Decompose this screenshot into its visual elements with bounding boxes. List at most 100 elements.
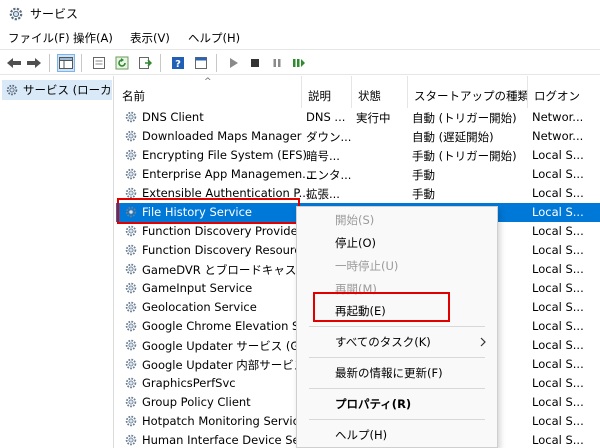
service-name: Encrypting File System (EFS) <box>142 148 308 162</box>
service-gear-icon <box>124 376 138 393</box>
service-logon: Local S... <box>532 414 584 428</box>
menu-item-all-tasks[interactable]: すべてのタスク(K) <box>297 332 497 352</box>
refresh-icon[interactable] <box>113 54 131 72</box>
column-header-logon[interactable]: ログオン <box>528 76 600 108</box>
service-gear-icon <box>124 300 138 317</box>
menu-file[interactable]: ファイル(F) <box>8 30 70 46</box>
toolbar-separator <box>81 54 82 72</box>
service-name: Function Discovery Resourc... <box>142 243 312 257</box>
service-status: 実行中 <box>356 111 391 125</box>
service-name: Function Discovery Provider... <box>142 224 313 238</box>
service-name: Group Policy Client <box>142 395 251 409</box>
service-description: DNS ... <box>306 110 346 124</box>
services-gear-icon <box>8 6 24 25</box>
menu-action[interactable]: 操作(A) <box>73 30 113 46</box>
menu-item-properties[interactable]: プロパティ(R) <box>297 394 497 414</box>
restart-service-icon[interactable] <box>290 54 308 72</box>
service-name: Geolocation Service <box>142 300 257 314</box>
properties-sheet-icon[interactable] <box>90 54 108 72</box>
service-logon: Local S... <box>532 167 584 181</box>
service-logon: Local S... <box>532 376 584 390</box>
menu-item-stop[interactable]: 停止(O) <box>297 233 497 253</box>
service-logon: Local S... <box>532 300 584 314</box>
table-row[interactable]: Downloaded Maps Manager ダウン... 自動 (遅延開始) Ne… <box>116 127 600 146</box>
service-gear-icon <box>124 243 138 260</box>
service-gear-icon <box>124 357 138 374</box>
service-logon: Local S... <box>532 433 584 447</box>
menu-item-pause[interactable]: 一時停止(U) <box>297 256 497 276</box>
menu-item-refresh[interactable]: 最新の情報に更新(F) <box>297 363 497 383</box>
back-arrow-icon[interactable] <box>5 54 23 72</box>
toolbar-separator <box>160 54 161 72</box>
tree-node-services-local[interactable]: サービス (ローカル) <box>2 80 112 100</box>
table-row[interactable]: Encrypting File System (EFS) 暗号... 手動 (トリガ… <box>116 146 600 165</box>
service-startup-type: 手動 (トリガー開始) <box>412 149 517 163</box>
start-service-icon[interactable] <box>224 54 242 72</box>
service-name: File History Service <box>142 205 252 219</box>
context-menu: 開始(S) 停止(O) 一時停止(U) 再開(M) 再起動(E) すべてのタスク… <box>296 206 498 448</box>
service-logon: Local S... <box>532 319 584 333</box>
table-row[interactable]: DNS Client DNS ... 実行中 自動 (トリガー開始) Networ... <box>116 108 600 127</box>
export-list-icon[interactable] <box>136 54 154 72</box>
service-gear-icon <box>124 110 138 127</box>
service-gear-icon <box>124 262 138 279</box>
menu-item-start[interactable]: 開始(S) <box>297 210 497 230</box>
help-icon[interactable]: ? <box>169 54 187 72</box>
service-logon: Local S... <box>532 357 584 371</box>
console-tree-icon[interactable] <box>57 54 75 72</box>
service-name: Google Updater サービス (Go... <box>142 339 318 353</box>
service-logon: Networ... <box>532 110 584 124</box>
service-logon: Local S... <box>532 243 584 257</box>
menu-item-help[interactable]: ヘルプ(H) <box>297 425 497 445</box>
table-row[interactable]: Extensible Authentication P... 拡張... 手動 Loc… <box>116 184 600 203</box>
service-logon: Local S... <box>532 338 584 352</box>
menu-separator <box>309 419 485 420</box>
window-title: サービス <box>30 7 79 21</box>
pause-service-icon[interactable] <box>268 54 286 72</box>
menu-view[interactable]: 表示(V) <box>130 30 170 46</box>
table-row[interactable]: Enterprise App Managemen... エンタ... 手動 Local… <box>116 165 600 184</box>
service-gear-icon <box>124 148 138 165</box>
service-logon: Local S... <box>532 262 584 276</box>
service-description: 暗号... <box>306 149 340 163</box>
service-name: Google Chrome Elevation S... <box>142 319 311 333</box>
service-startup-type: 自動 (トリガー開始) <box>412 111 517 125</box>
chevron-right-icon <box>479 332 487 358</box>
service-gear-icon <box>124 205 138 222</box>
toolbar: ? <box>0 49 600 75</box>
service-gear-icon <box>124 186 138 203</box>
toolbar-separator <box>216 54 217 72</box>
stop-service-icon[interactable] <box>246 54 264 72</box>
column-header-description[interactable]: 説明 <box>302 76 352 108</box>
menu-item-restart[interactable]: 再起動(E) <box>297 301 497 321</box>
service-name: Downloaded Maps Manager <box>142 129 302 143</box>
service-logon: Local S... <box>532 148 584 162</box>
column-header-startup-type[interactable]: スタートアップの種類 <box>408 76 528 108</box>
service-logon: Networ... <box>532 129 584 143</box>
toolbar-separator <box>49 54 50 72</box>
service-gear-icon <box>124 414 138 431</box>
service-startup-type: 手動 <box>412 187 435 201</box>
service-gear-icon <box>124 395 138 412</box>
tree-node-label: サービス (ローカル) <box>23 83 112 97</box>
service-gear-icon <box>124 281 138 298</box>
column-header-status[interactable]: 状態 <box>352 76 408 108</box>
service-name: GraphicsPerfSvc <box>142 376 236 390</box>
service-logon: Local S... <box>532 224 584 238</box>
service-gear-icon <box>124 129 138 146</box>
service-name: GameDVR とブロードキャスト ユ... <box>142 263 320 277</box>
menu-item-resume[interactable]: 再開(M) <box>297 279 497 299</box>
service-name: DNS Client <box>142 110 204 124</box>
column-header-name[interactable]: 名前 <box>116 76 302 108</box>
service-gear-icon <box>124 433 138 448</box>
menu-help[interactable]: ヘルプ(H) <box>188 30 240 46</box>
service-logon: Local S... <box>532 205 584 219</box>
mmc-console-icon[interactable] <box>192 54 210 72</box>
service-description: エンタ... <box>306 168 352 182</box>
menu-separator <box>309 357 485 358</box>
forward-arrow-icon[interactable] <box>25 54 43 72</box>
service-description: ダウン... <box>306 130 352 144</box>
service-name: Enterprise App Managemen... <box>142 167 314 181</box>
service-name: Google Updater 内部サービス... <box>142 358 317 372</box>
service-gear-icon <box>124 338 138 355</box>
